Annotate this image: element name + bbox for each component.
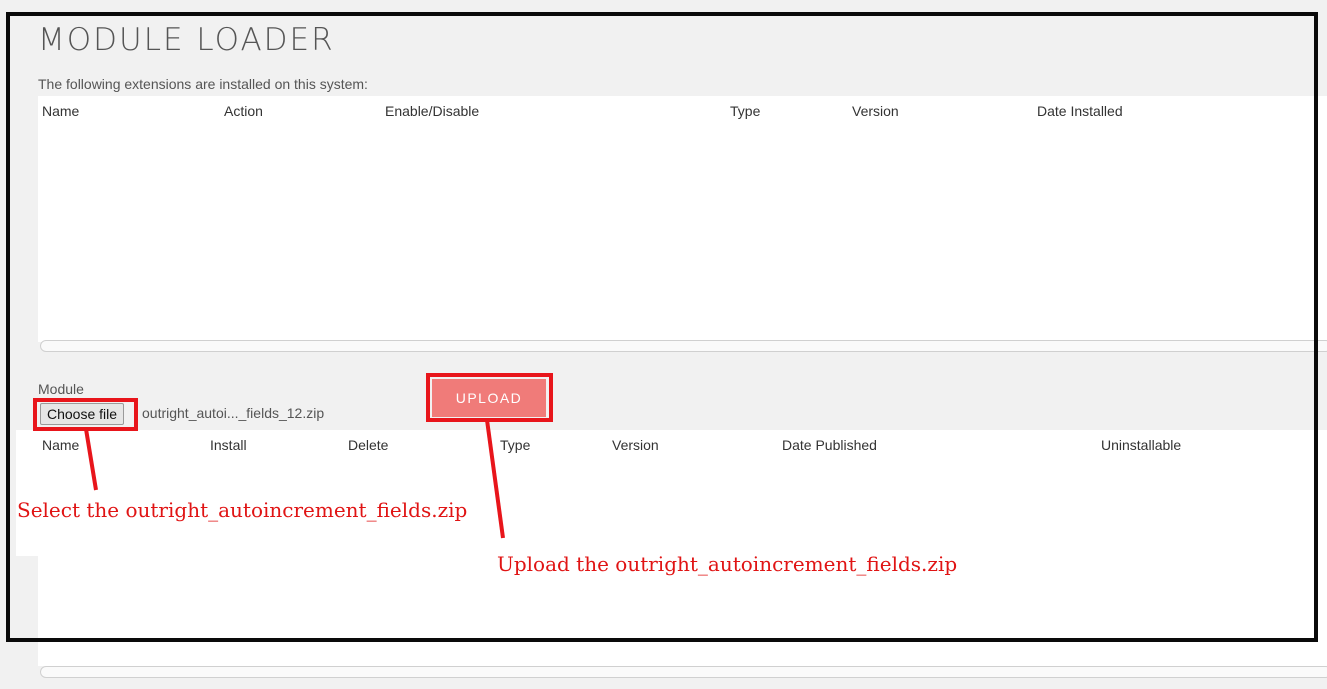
select-pointer-line <box>84 428 98 491</box>
annotation-pointer-lines <box>84 419 505 539</box>
upload-annotation-text: Upload the outright_autoincrement_fields… <box>497 552 958 576</box>
upload-pointer-line <box>485 419 505 539</box>
module-loader-page: MODULE LOADER The following extensions a… <box>0 0 1327 689</box>
select-annotation-text: Select the outright_autoincrement_fields… <box>17 498 468 522</box>
